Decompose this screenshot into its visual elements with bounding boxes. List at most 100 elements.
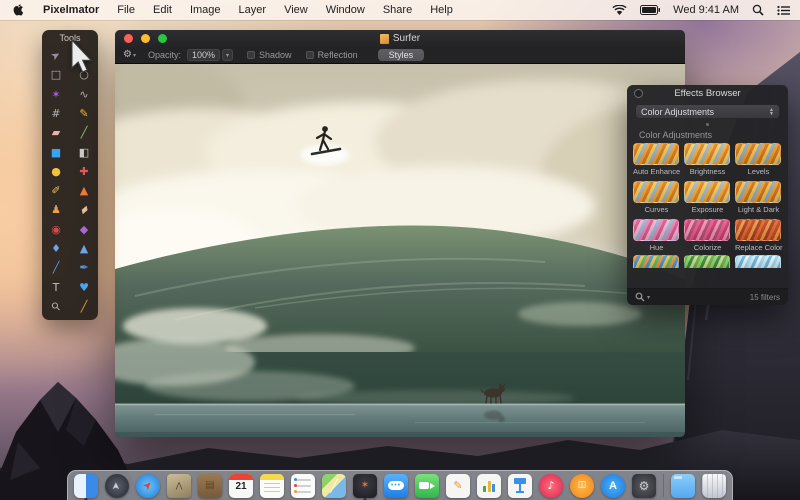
document-canvas[interactable] (115, 64, 685, 437)
itunes-icon: ♪ (539, 474, 563, 498)
filter-thumb-partial-1[interactable] (633, 255, 679, 268)
filter-thumbnail (735, 143, 781, 165)
category-dropdown[interactable]: Color Adjustments ▲▼ (635, 104, 780, 119)
dock-maps[interactable]: ╱ (322, 473, 346, 499)
menu-pixelmator[interactable]: Pixelmator (34, 0, 108, 20)
dock-pages[interactable]: ✎ (446, 473, 470, 499)
filter-light-dark[interactable]: Light & Dark (735, 181, 782, 214)
eraser-tool[interactable]: ▰ (42, 123, 70, 142)
dock-notes[interactable] (260, 473, 284, 499)
menu-layer[interactable]: Layer (230, 0, 276, 20)
minimize-button[interactable] (141, 34, 150, 43)
dock-messages[interactable]: ••• (384, 473, 408, 499)
dock-ibooks[interactable]: ◫ (570, 473, 594, 499)
shadow-checkbox[interactable] (247, 51, 255, 59)
dock-trash[interactable] (702, 473, 726, 499)
filter-brightness[interactable]: Brightness (684, 143, 731, 176)
menu-share[interactable]: Share (374, 0, 421, 20)
desktop: PixelmatorFileEditImageLayerViewWindowSh… (0, 0, 800, 500)
menu-view[interactable]: View (275, 0, 317, 20)
dock-reminders[interactable] (291, 473, 315, 499)
filter-curves[interactable]: Curves (633, 181, 680, 214)
reflection-checkbox[interactable] (306, 51, 314, 59)
burn-tool[interactable]: ▲ (70, 181, 98, 200)
dock-pixelmator[interactable]: ✶ (353, 473, 377, 499)
paint-bucket-tool[interactable]: ● (42, 162, 70, 181)
filter-exposure[interactable]: Exposure (684, 181, 731, 214)
battery-icon[interactable] (640, 5, 660, 15)
smudge-tool[interactable]: ╱ (42, 258, 70, 277)
dock-downloads[interactable] (671, 473, 695, 499)
opacity-label: Opacity: (148, 50, 181, 60)
clone-stamp-tool[interactable]: ♟ (42, 200, 70, 219)
magic-wand-tool[interactable]: ✶ (42, 85, 70, 104)
zoom-button[interactable] (158, 34, 167, 43)
shape-tool[interactable]: ■ (42, 142, 70, 161)
pencil-tool[interactable]: ✎ (70, 104, 98, 123)
sharpen-tool[interactable]: ▲ (70, 239, 98, 258)
filter-auto-enhance[interactable]: Auto Enhance (633, 143, 680, 176)
paint-bucket-tool-icon: ● (51, 166, 61, 177)
menu-clock[interactable]: Wed 9:41 AM (673, 4, 739, 16)
dock-calendar[interactable]: 21 (229, 473, 253, 499)
close-button[interactable] (124, 34, 133, 43)
sponge-tool[interactable]: ◆ (70, 220, 98, 239)
gradient-tool[interactable]: ◧ (70, 142, 98, 161)
dock-contacts[interactable]: ▤ (198, 473, 222, 499)
move-tool[interactable]: ➤ (42, 46, 70, 65)
line-tool[interactable]: ╱ (70, 123, 98, 142)
filter-thumbnail (735, 219, 781, 241)
rect-select-tool[interactable]: □ (42, 65, 70, 84)
menu-edit[interactable]: Edit (144, 0, 181, 20)
styles-button[interactable]: Styles (378, 49, 425, 61)
brush-tool[interactable]: ✐ (42, 181, 70, 200)
repair-tool[interactable]: ✚ (70, 162, 98, 181)
filter-thumb-partial-3[interactable] (735, 255, 781, 268)
apple-menu[interactable] (0, 4, 34, 17)
wifi-icon[interactable] (612, 5, 627, 16)
dock-keynote[interactable] (508, 473, 532, 499)
lasso-tool[interactable]: ∿ (70, 85, 98, 104)
window-titlebar[interactable]: Surfer (115, 30, 685, 47)
menu-help[interactable]: Help (421, 0, 462, 20)
zoom-tool[interactable]: ⚲ (42, 297, 70, 316)
maps-icon: ╱ (322, 474, 346, 498)
opacity-dropdown-button[interactable]: ▾ (222, 49, 233, 61)
eyedropper-tool[interactable]: ╱ (70, 297, 98, 316)
filter-thumb-partial-2[interactable] (684, 255, 730, 268)
notification-center-icon[interactable] (777, 5, 790, 16)
gear-menu-button[interactable]: ⚙▾ (123, 50, 136, 60)
menu-window[interactable]: Window (317, 0, 374, 20)
menu-file[interactable]: File (108, 0, 144, 20)
calendar-band (229, 474, 253, 480)
filter-colorize[interactable]: Colorize (684, 219, 731, 252)
spotlight-icon[interactable] (752, 4, 764, 16)
panel-close-button[interactable] (634, 89, 643, 98)
effects-footer: ▾ 15 filters (627, 288, 788, 305)
dock-numbers[interactable] (477, 473, 501, 499)
blur-tool[interactable]: ♦ (42, 239, 70, 258)
dock-finder[interactable] (74, 473, 98, 499)
menu-image[interactable]: Image (181, 0, 230, 20)
dock-facetime[interactable] (415, 473, 439, 499)
dock-launchpad[interactable]: ➤ (105, 473, 129, 499)
filter-levels[interactable]: Levels (735, 143, 782, 176)
calendar-day: 21 (229, 481, 253, 492)
numbers-icon (477, 474, 501, 498)
filter-search-icon[interactable] (635, 292, 645, 302)
pen-tool[interactable]: ✒ (70, 258, 98, 277)
dock-sysprefs[interactable]: ⚙ (632, 473, 656, 499)
opacity-value[interactable]: 100% (187, 49, 220, 61)
filter-hue[interactable]: Hue (633, 219, 680, 252)
crop-tool[interactable]: # (42, 104, 70, 123)
type-tool[interactable]: T (42, 277, 70, 296)
dock-photos[interactable]: ⋀ (167, 473, 191, 499)
dock-appstore[interactable]: A (601, 473, 625, 499)
heart-shape-tool[interactable]: ♥ (70, 277, 98, 296)
dock-itunes[interactable]: ♪ (539, 473, 563, 499)
red-eye-tool[interactable]: ◉ (42, 220, 70, 239)
filter-replace-color[interactable]: Replace Color (735, 219, 782, 252)
heal-tool[interactable]: ▰ (70, 200, 98, 219)
dock-separator (663, 474, 664, 497)
dock-safari[interactable]: ➤ (136, 473, 160, 499)
